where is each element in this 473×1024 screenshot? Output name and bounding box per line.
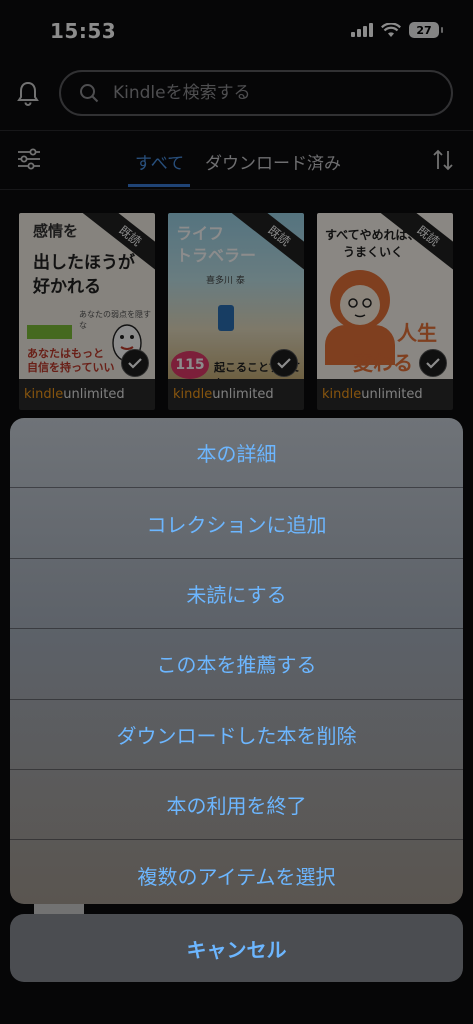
action-recommend-book[interactable]: この本を推薦する [10, 629, 463, 700]
action-select-multiple[interactable]: 複数のアイテムを選択 [10, 840, 463, 904]
action-end-borrowing[interactable]: 本の利用を終了 [10, 770, 463, 841]
action-add-to-collection[interactable]: コレクションに追加 [10, 488, 463, 559]
cancel-button[interactable]: キャンセル [10, 914, 463, 982]
action-book-details[interactable]: 本の詳細 [10, 418, 463, 489]
action-delete-download[interactable]: ダウンロードした本を削除 [10, 700, 463, 770]
action-mark-unread[interactable]: 未読にする [10, 559, 463, 630]
action-sheet: 本の詳細 コレクションに追加 未読にする この本を推薦する ダウンロードした本を… [10, 418, 463, 904]
